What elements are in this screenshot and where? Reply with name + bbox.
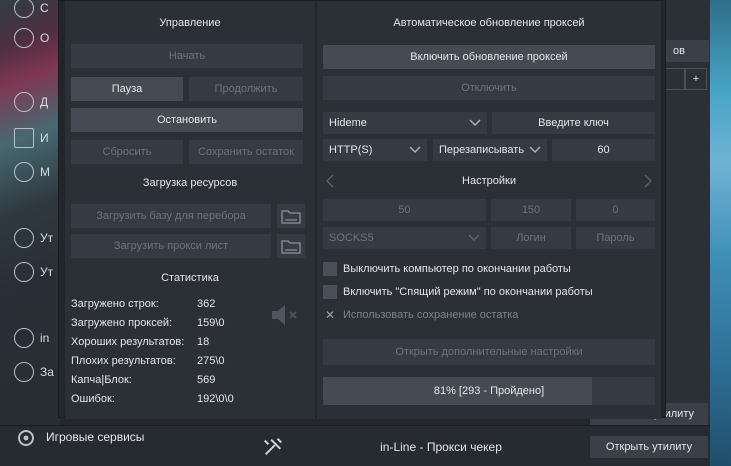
sidebar-items: С О Д И М Ут Ут in За (0, 0, 60, 466)
chevron-down-icon (409, 146, 421, 153)
folder-button[interactable] (277, 234, 305, 258)
section-title-stats: Статистика (161, 272, 219, 284)
background-button[interactable]: ов (663, 40, 709, 62)
menu-icon (14, 0, 34, 18)
sidebar-item[interactable]: Ут (14, 224, 60, 252)
tool-icon (14, 262, 34, 282)
gear-icon (14, 328, 34, 348)
continue-button[interactable]: Продолжить (189, 77, 303, 101)
tool-icon (14, 228, 34, 248)
enter-key-button[interactable]: Введите ключ (492, 112, 655, 134)
more-settings-button[interactable]: Открыть дополнительные настройки (323, 339, 655, 365)
section-title-settings: Настройки (462, 175, 516, 187)
load-base-button[interactable]: Загрузить базу для перебора (71, 204, 271, 228)
folder-icon (281, 210, 301, 224)
gear-icon (14, 362, 34, 382)
list-icon (14, 92, 34, 112)
folder-icon (281, 240, 301, 254)
left-column: Управление Начать Пауза Продолжить Остан… (65, 1, 315, 419)
window-icon (14, 128, 34, 148)
open-utility-button[interactable]: Открыть утилиту (590, 436, 708, 458)
category-label[interactable]: Игровые сервисы (46, 430, 144, 444)
password-input[interactable]: Пароль (576, 227, 655, 249)
socks-select[interactable]: SOCKS5 (323, 227, 486, 249)
stat-row: Капча|Блок: 569 (71, 374, 216, 386)
stat-row: Хороших результатов: 18 (71, 336, 210, 348)
stat-row: Ошибок: 192\0\0 (71, 393, 234, 405)
sidebar-item[interactable]: И (14, 124, 60, 152)
sleep-checkbox[interactable] (323, 285, 337, 299)
utility-row-content: in-Line - Прокси чекер Открыть утилиту (262, 434, 708, 460)
sidebar-item[interactable]: С (14, 0, 60, 22)
shutdown-checkbox-row[interactable]: Выключить компьютер по окончании работы (323, 262, 571, 276)
retries-input[interactable]: 0 (576, 199, 655, 221)
threads-input[interactable]: 50 (323, 199, 486, 221)
section-title-load: Загрузка ресурсов (142, 177, 238, 189)
reset-button[interactable]: Сбросить (71, 140, 183, 164)
load-proxy-button[interactable]: Загрузить прокси лист (71, 234, 271, 258)
wrench-icon (264, 438, 282, 456)
sleep-checkbox-row[interactable]: Включить "Спящий режим" по окончании раб… (323, 285, 593, 299)
sidebar-item[interactable]: За (14, 358, 60, 386)
gear-icon (14, 28, 34, 48)
folder-button[interactable] (277, 204, 305, 228)
interval-input[interactable]: 60 (552, 139, 655, 161)
progress-bar: 81% [293 - Пройдено] (323, 377, 655, 405)
sidebar-item[interactable]: Ут (14, 258, 60, 286)
right-column: Автоматическое обновление проксей Включи… (317, 1, 661, 419)
wallpaper-edge (710, 0, 731, 466)
chevron-down-icon (468, 234, 480, 241)
close-icon[interactable]: ✕ (323, 308, 337, 322)
progress-label: 81% [293 - Пройдено] (433, 385, 545, 397)
disable-button[interactable]: Отключить (323, 76, 655, 100)
shutdown-checkbox[interactable] (323, 262, 337, 276)
stat-row: Загружено проксей: 159\0 (71, 317, 225, 329)
section-title-auto-update: Автоматическое обновление проксей (393, 17, 585, 29)
chevron-down-icon (529, 146, 541, 153)
checker-dialog: Управление Начать Пауза Продолжить Остан… (58, 0, 666, 419)
stop-button[interactable]: Остановить (71, 108, 303, 132)
plus-button[interactable]: + (685, 68, 707, 90)
protocol-select[interactable]: HTTP(S) (323, 139, 427, 161)
stat-row: Загружено строк: 362 (71, 298, 216, 310)
speaker-muted-icon[interactable] (269, 301, 301, 329)
login-input[interactable]: Логин (491, 227, 571, 249)
save-rest-button[interactable]: Сохранить остаток (189, 140, 303, 164)
enable-update-button[interactable]: Включить обновление проксей (323, 45, 655, 69)
start-button[interactable]: Начать (71, 44, 303, 68)
provider-select[interactable]: Hideme (323, 112, 487, 134)
utility-title: in-Line - Прокси чекер (380, 440, 502, 454)
chevron-right-icon[interactable] (643, 174, 653, 188)
sidebar-item[interactable]: М (14, 158, 60, 186)
pause-button[interactable]: Пауза (71, 77, 183, 101)
mode-select[interactable]: Перезаписывать (433, 139, 547, 161)
chevron-down-icon (469, 119, 481, 126)
save-rest-checkbox-row[interactable]: ✕ Использовать сохранение остатка (323, 308, 518, 322)
gear-icon (18, 430, 34, 446)
sidebar-item[interactable]: Д (14, 88, 60, 116)
cloud-icon (14, 162, 34, 182)
timeout-input[interactable]: 150 (491, 199, 571, 221)
sidebar-item[interactable]: О (14, 24, 60, 52)
background-button[interactable] (663, 68, 685, 90)
stat-row: Плохих результатов: 275\0 (71, 355, 225, 367)
section-title-control: Управление (159, 17, 221, 29)
sidebar-item[interactable]: in (14, 324, 60, 352)
